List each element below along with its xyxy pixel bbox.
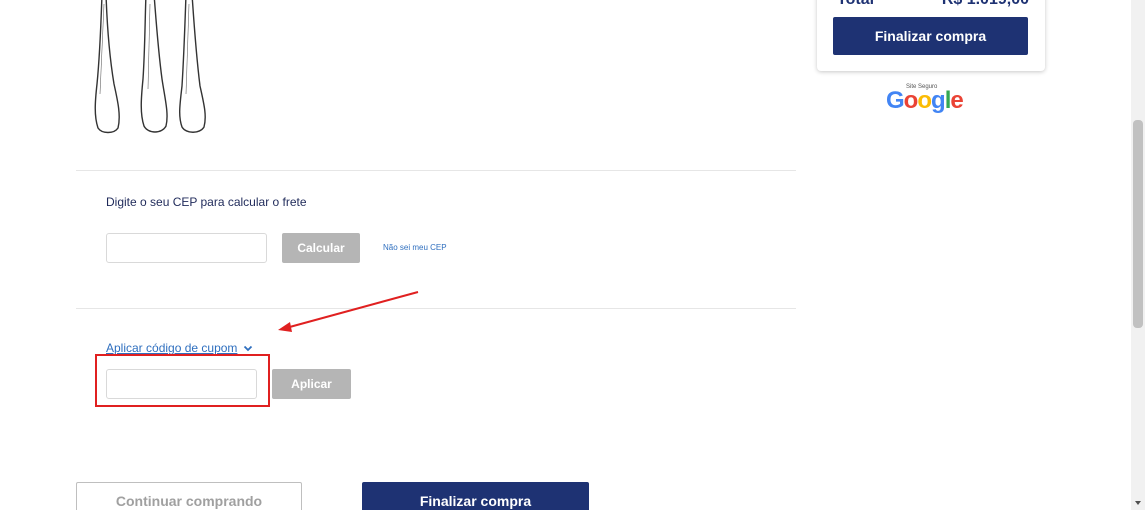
calculate-shipping-button[interactable]: Calcular [282, 233, 360, 263]
google-letter: o [903, 87, 919, 114]
page-scrollbar[interactable] [1131, 0, 1145, 510]
cart-page: Digite o seu CEP para calcular o frete C… [0, 0, 1145, 510]
cutlery-product-image [94, 0, 206, 134]
google-letter: g [931, 87, 946, 114]
scrollbar-thumb[interactable] [1133, 120, 1143, 328]
coupon-toggle[interactable]: Aplicar código de cupom [106, 341, 253, 355]
coupon-toggle-label: Aplicar código de cupom [106, 341, 238, 355]
unknown-cep-link[interactable]: Não sei meu CEP [383, 243, 447, 252]
continue-shopping-button[interactable]: Continuar comprando [76, 482, 302, 510]
google-letter: e [950, 87, 963, 114]
triangle-down-icon[interactable] [1134, 499, 1142, 507]
annotation-highlight-box [95, 354, 270, 407]
google-logo: Google [886, 87, 964, 115]
section-divider [76, 308, 796, 309]
apply-coupon-button[interactable]: Aplicar [272, 369, 351, 399]
order-summary-card: Total R$ 1.019,00 Finalizar compra [817, 0, 1045, 71]
google-letter: G [886, 87, 905, 114]
google-letter: o [917, 87, 932, 114]
section-divider [76, 170, 796, 171]
cep-label: Digite o seu CEP para calcular o frete [106, 195, 307, 209]
chevron-down-icon [244, 345, 253, 352]
finalize-purchase-button[interactable]: Finalizar compra [362, 482, 589, 510]
annotation-arrow-icon [278, 291, 419, 332]
cep-input[interactable] [106, 233, 267, 263]
summary-finalize-purchase-button[interactable]: Finalizar compra [833, 17, 1028, 55]
total-value: R$ 1.019,00 [942, 0, 1029, 9]
total-label: Total [837, 0, 874, 9]
google-secure-site-badge: Site Seguro Google [886, 84, 976, 116]
